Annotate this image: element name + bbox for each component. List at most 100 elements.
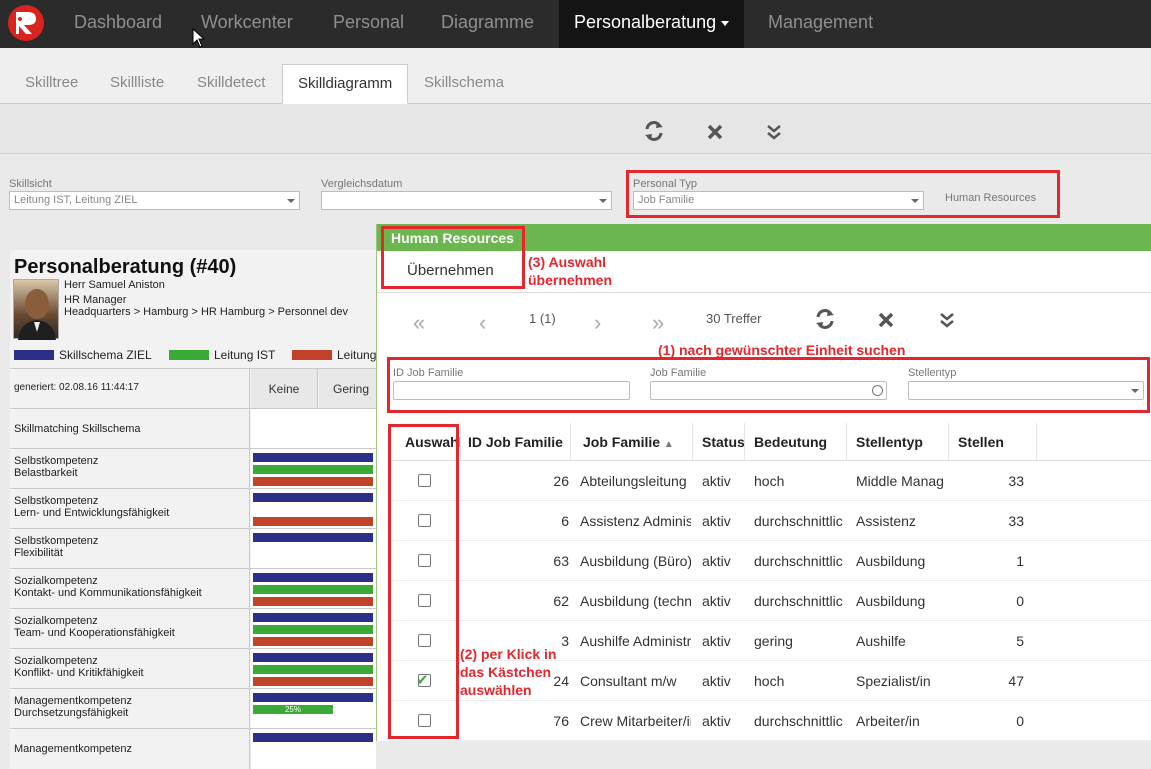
- sort-asc-icon: ▲: [663, 439, 674, 450]
- cell-status: aktiv: [702, 513, 731, 529]
- nav-personalberatung[interactable]: Personalberatung: [559, 0, 745, 48]
- chevron-down-icon: [287, 199, 295, 203]
- diagram-row-label: Selbstkompetenz Lern- und Entwicklungsfäh…: [10, 489, 250, 529]
- table-row[interactable]: 63 Ausbildung (Büro) aktiv durchschnittlich…: [393, 541, 1151, 581]
- diagram-row: Sozialkompetenz Team- und Kooperationsfäh…: [10, 608, 376, 649]
- next-page-icon[interactable]: ›: [594, 310, 601, 336]
- filter-job-input[interactable]: [650, 381, 887, 400]
- tab-skilldiagramm[interactable]: Skilldiagramm: [282, 64, 409, 104]
- page-info: 1 (1): [529, 311, 556, 326]
- diagram-row-category: Managementkompetenz: [14, 695, 133, 707]
- legend-swatch-ist: [169, 350, 209, 360]
- diagram-row-category: Selbstkompetenz: [14, 455, 99, 467]
- sub-tabs: Skilltree Skillliste Skilldetect Skilldi…: [0, 48, 1151, 104]
- row-checkbox[interactable]: [418, 514, 431, 527]
- diagram-bar: 25%: [253, 705, 333, 714]
- cell-stellentyp: Arbeiter/in: [856, 713, 920, 729]
- nav-diagramme[interactable]: Diagramme: [441, 0, 534, 48]
- diagram-bar: [253, 465, 373, 474]
- col-gering: Gering: [319, 369, 379, 409]
- tab-skillliste[interactable]: Skillliste: [110, 64, 164, 104]
- col-status[interactable]: Status: [693, 423, 745, 461]
- last-page-icon[interactable]: »: [652, 310, 664, 336]
- diagram-row: Sozialkompetenz Kontakt- und Kommunikatio…: [10, 568, 376, 609]
- diagram-bar: [253, 665, 373, 674]
- diagram-bar: [253, 597, 373, 606]
- cell-bedeutung: gering: [754, 633, 793, 649]
- diagram-row-bars: [251, 409, 376, 449]
- person-name: Herr Samuel Aniston: [64, 279, 165, 291]
- diagram-row-category: Sozialkompetenz: [14, 655, 98, 667]
- table-row[interactable]: 62 Ausbildung (technisch) aktiv durchschnit…: [393, 581, 1151, 621]
- row-checkbox[interactable]: [418, 714, 431, 727]
- diagram-bar: [253, 693, 373, 702]
- diagram-bar: [253, 677, 373, 686]
- row-checkbox[interactable]: [418, 554, 431, 567]
- col-job-familie[interactable]: Job Familie ▲: [571, 423, 693, 461]
- legend-label-ziel: Skillschema ZIEL: [59, 348, 152, 362]
- tab-skilltree[interactable]: Skilltree: [25, 64, 78, 104]
- app-logo-icon[interactable]: [8, 5, 44, 41]
- diagram-title: Personalberatung (#40): [14, 256, 237, 278]
- diagram-row: Skillmatching Skillschema: [10, 408, 376, 449]
- nav-management[interactable]: Management: [768, 0, 873, 48]
- table-row[interactable]: 6 Assistenz Administration aktiv durchschni…: [393, 501, 1151, 541]
- filter-label-job: Job Familie: [650, 367, 707, 379]
- annotation-2-line1: (2) per Klick in: [460, 646, 557, 662]
- row-checkbox[interactable]: [418, 594, 431, 607]
- diagram-bar: [253, 653, 373, 662]
- nav-personalberatung-label: Personalberatung: [574, 12, 717, 32]
- refresh-icon[interactable]: [814, 308, 836, 330]
- personal-typ-select[interactable]: Job Familie: [633, 191, 924, 210]
- apply-button[interactable]: Übernehmen: [407, 262, 494, 279]
- cell-job-familie: Ausbildung (Büro): [580, 553, 691, 569]
- tab-skilldetect[interactable]: Skilldetect: [197, 64, 265, 104]
- personal-typ-label: Personal Typ: [633, 178, 698, 190]
- checkbox-checked-icon[interactable]: ✔: [416, 671, 429, 689]
- col-stellen[interactable]: Stellen: [949, 423, 1037, 461]
- search-icon[interactable]: [872, 385, 883, 396]
- diagram-row-skill: Lern- und Entwicklungsfähigkeit: [14, 507, 170, 519]
- table-row[interactable]: 76 Crew Mitarbeiter/in aktiv durchschnittli…: [393, 701, 1151, 741]
- cell-job-familie: Consultant m/w: [580, 673, 677, 689]
- vergleichsdatum-select[interactable]: [321, 191, 612, 210]
- nav-personal[interactable]: Personal: [333, 0, 404, 48]
- row-checkbox[interactable]: [418, 474, 431, 487]
- nav-workcenter[interactable]: Workcenter: [201, 0, 293, 48]
- chevron-down-icon: [599, 199, 607, 203]
- close-icon[interactable]: [878, 312, 894, 328]
- cell-status: aktiv: [702, 473, 731, 489]
- close-icon[interactable]: [707, 124, 723, 140]
- col-stellentyp[interactable]: Stellentyp: [847, 423, 949, 461]
- annotation-3-line2: übernehmen: [528, 272, 613, 288]
- row-checkbox[interactable]: [418, 634, 431, 647]
- col-auswahl[interactable]: Auswahl: [393, 423, 461, 461]
- cell-stellentyp: Spezialist/in: [856, 673, 931, 689]
- diagram-row-label: Sozialkompetenz Kontakt- und Kommunikatio…: [10, 569, 250, 609]
- col-id-job-familie[interactable]: ID Job Familie: [461, 423, 571, 461]
- person-path: Headquarters > Hamburg > HR Hamburg > Pe…: [64, 306, 349, 318]
- double-chevron-down-icon[interactable]: [939, 312, 955, 328]
- filter-stellentyp-select[interactable]: [908, 381, 1144, 400]
- grid-header: Auswahl ID Job Familie Job Familie ▲ Sta…: [393, 423, 1151, 461]
- double-chevron-down-icon[interactable]: [766, 124, 782, 140]
- personal-typ-value: Job Familie: [638, 194, 695, 206]
- diagram-bar: [253, 493, 373, 502]
- cell-job-familie: Abteilungsleitung: [580, 473, 687, 489]
- cell-bedeutung: hoch: [754, 473, 785, 489]
- col-bedeutung[interactable]: Bedeutung: [745, 423, 847, 461]
- diagram-row: Selbstkompetenz Flexibilität: [10, 528, 376, 569]
- tab-skillschema[interactable]: Skillschema: [424, 64, 504, 104]
- skillsicht-select[interactable]: Leitung IST, Leitung ZIEL: [9, 191, 300, 210]
- cell-job-familie: Crew Mitarbeiter/in: [580, 713, 691, 729]
- first-page-icon[interactable]: «: [413, 310, 425, 336]
- cell-stellen: 1: [1016, 553, 1024, 569]
- table-row[interactable]: 26 Abteilungsleitung aktiv hoch Middle Manag…: [393, 461, 1151, 501]
- cell-stellen: 5: [1016, 633, 1024, 649]
- filter-id-input[interactable]: [393, 381, 630, 400]
- generated-timestamp: generiert: 02.08.16 11:44:17: [10, 369, 250, 409]
- refresh-icon[interactable]: [643, 120, 665, 142]
- mouse-cursor-icon: [192, 28, 205, 48]
- nav-dashboard[interactable]: Dashboard: [74, 0, 162, 48]
- prev-page-icon[interactable]: ‹: [479, 310, 486, 336]
